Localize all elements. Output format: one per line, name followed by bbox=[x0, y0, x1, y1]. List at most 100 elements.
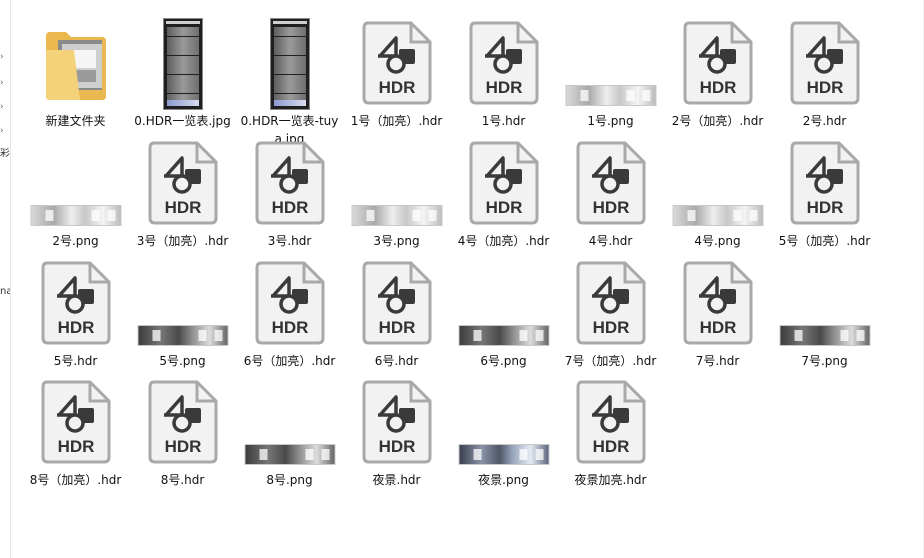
hdr-file-icon: HDR bbox=[41, 380, 110, 464]
file-name-label: 1号.png bbox=[587, 114, 634, 128]
file-item[interactable]: 7号.png bbox=[771, 252, 878, 372]
file-name-label: 7号（加亮）.hdr bbox=[564, 354, 657, 368]
hdr-file-icon: HDR bbox=[148, 141, 217, 225]
hdr-icon-text: HDR bbox=[271, 198, 308, 217]
hdr-icon-wrapper: HDR bbox=[789, 140, 861, 226]
file-item[interactable]: 5号.png bbox=[129, 252, 236, 372]
hdr-icon-wrapper: HDR bbox=[147, 379, 219, 465]
hdr-icon-text: HDR bbox=[699, 318, 736, 337]
file-item[interactable]: HDR 夜景加亮.hdr bbox=[557, 371, 664, 491]
file-item[interactable]: HDR 4号（加亮）.hdr bbox=[450, 132, 557, 252]
hdr-icon-text: HDR bbox=[164, 437, 201, 456]
hdr-file-icon: HDR bbox=[362, 21, 431, 105]
file-item[interactable]: HDR 7号.hdr bbox=[664, 252, 771, 372]
file-item[interactable]: HDR 5号（加亮）.hdr bbox=[771, 132, 878, 252]
hdr-file-icon: HDR bbox=[683, 21, 752, 105]
image-thumbnail bbox=[269, 18, 310, 110]
file-item[interactable]: 6号.png bbox=[450, 252, 557, 372]
file-item[interactable]: 0.HDR一览表-tuya.jpg bbox=[236, 12, 343, 146]
hdr-file-icon: HDR bbox=[469, 141, 538, 225]
panorama-thumbnail bbox=[137, 325, 228, 346]
nav-item-label-clipped[interactable]: na bbox=[0, 286, 10, 298]
panorama-thumbnail bbox=[672, 205, 763, 226]
file-item[interactable]: HDR 7号（加亮）.hdr bbox=[557, 252, 664, 372]
expand-arrow-icon[interactable]: › bbox=[0, 78, 4, 88]
file-item[interactable]: 4号.png bbox=[664, 132, 771, 252]
hdr-file-icon: HDR bbox=[255, 141, 324, 225]
file-name-label: 新建文件夹 bbox=[45, 114, 106, 128]
file-item[interactable]: HDR 8号（加亮）.hdr bbox=[22, 371, 129, 491]
file-name-label: 3号（加亮）.hdr bbox=[136, 234, 229, 248]
expand-arrow-icon[interactable]: › bbox=[0, 52, 4, 62]
hdr-file-icon: HDR bbox=[576, 380, 645, 464]
file-item[interactable]: 1号.png bbox=[557, 12, 664, 132]
file-item[interactable]: HDR 2号（加亮）.hdr bbox=[664, 12, 771, 132]
hdr-icon-wrapper: HDR bbox=[254, 260, 326, 346]
panorama-thumbnail bbox=[565, 85, 656, 106]
hdr-icon-wrapper: HDR bbox=[468, 20, 540, 106]
file-item[interactable]: 夜景.png bbox=[450, 371, 557, 491]
hdr-icon-text: HDR bbox=[699, 78, 736, 97]
folder-thumbnail bbox=[44, 26, 108, 102]
file-name-label: 4号.hdr bbox=[588, 234, 633, 248]
file-name-label: 8号（加亮）.hdr bbox=[29, 473, 122, 487]
panorama-thumbnail bbox=[244, 444, 335, 465]
file-item[interactable]: HDR 1号（加亮）.hdr bbox=[343, 12, 450, 132]
panorama-thumbnail bbox=[30, 205, 121, 226]
hdr-icon-text: HDR bbox=[485, 198, 522, 217]
file-name-label: 8号.png bbox=[266, 473, 313, 487]
nav-item-label-clipped[interactable]: 彩 bbox=[0, 148, 10, 160]
file-item[interactable]: 3号.png bbox=[343, 132, 450, 252]
file-row: HDR 5号.hdr 5号.png HDR 6号（加亮）.hdr HDR 6号.hdr 6号.… bbox=[22, 252, 878, 371]
file-name-label: 7号.png bbox=[801, 354, 848, 368]
navigation-pane-edge[interactable]: › › › › 彩 na bbox=[0, 0, 11, 558]
file-name-label: 1号.hdr bbox=[481, 114, 526, 128]
hdr-icon-wrapper: HDR bbox=[361, 20, 433, 106]
file-grid: 新建文件夹 0.HDR一览表.jpg 0.HDR一览表-tuya.jpg HDR 1号（… bbox=[22, 12, 878, 491]
hdr-icon-wrapper: HDR bbox=[575, 140, 647, 226]
file-name-label: 5号.png bbox=[159, 354, 206, 368]
hdr-icon-text: HDR bbox=[592, 437, 629, 456]
panorama-thumbnail bbox=[458, 325, 549, 346]
file-item[interactable]: HDR 4号.hdr bbox=[557, 132, 664, 252]
file-item[interactable]: HDR 6号.hdr bbox=[343, 252, 450, 372]
expand-arrow-icon[interactable]: › bbox=[0, 102, 4, 112]
file-item[interactable]: 2号.png bbox=[22, 132, 129, 252]
hdr-icon-wrapper: HDR bbox=[575, 379, 647, 465]
hdr-icon-text: HDR bbox=[592, 198, 629, 217]
file-item[interactable]: 0.HDR一览表.jpg bbox=[129, 12, 236, 132]
file-name-label: 2号.png bbox=[52, 234, 99, 248]
file-row: 2号.png HDR 3号（加亮）.hdr HDR 3号.hdr 3号.png HDR 4号（… bbox=[22, 132, 878, 252]
hdr-icon-wrapper: HDR bbox=[40, 260, 112, 346]
panorama-thumbnail bbox=[458, 444, 549, 465]
file-name-label: 6号（加亮）.hdr bbox=[243, 354, 336, 368]
file-item[interactable]: HDR 6号（加亮）.hdr bbox=[236, 252, 343, 372]
image-thumbnail bbox=[162, 18, 203, 110]
file-name-label: 3号.hdr bbox=[267, 234, 312, 248]
hdr-icon-wrapper: HDR bbox=[789, 20, 861, 106]
file-name-label: 2号（加亮）.hdr bbox=[671, 114, 764, 128]
hdr-icon-wrapper: HDR bbox=[147, 140, 219, 226]
file-item[interactable]: HDR 5号.hdr bbox=[22, 252, 129, 372]
file-item[interactable]: HDR 3号（加亮）.hdr bbox=[129, 132, 236, 252]
hdr-file-icon: HDR bbox=[148, 380, 217, 464]
file-name-label: 8号.hdr bbox=[160, 473, 205, 487]
panorama-thumbnail bbox=[779, 325, 870, 346]
file-item[interactable]: HDR 8号.hdr bbox=[129, 371, 236, 491]
file-item[interactable]: HDR 夜景.hdr bbox=[343, 371, 450, 491]
hdr-file-icon: HDR bbox=[683, 261, 752, 345]
file-name-label: 夜景加亮.hdr bbox=[574, 473, 647, 487]
file-name-label: 5号（加亮）.hdr bbox=[778, 234, 871, 248]
hdr-icon-text: HDR bbox=[378, 437, 415, 456]
file-item[interactable]: HDR 3号.hdr bbox=[236, 132, 343, 252]
expand-arrow-icon[interactable]: › bbox=[0, 126, 4, 136]
file-name-label: 6号.hdr bbox=[374, 354, 419, 368]
hdr-icon-wrapper: HDR bbox=[254, 140, 326, 226]
file-item[interactable]: HDR 1号.hdr bbox=[450, 12, 557, 132]
file-name-label: 4号（加亮）.hdr bbox=[457, 234, 550, 248]
file-name-label: 0.HDR一览表.jpg bbox=[134, 114, 231, 128]
hdr-icon-text: HDR bbox=[57, 318, 94, 337]
file-item[interactable]: 8号.png bbox=[236, 371, 343, 491]
file-item[interactable]: HDR 2号.hdr bbox=[771, 12, 878, 132]
folder-item[interactable]: 新建文件夹 bbox=[22, 12, 129, 132]
